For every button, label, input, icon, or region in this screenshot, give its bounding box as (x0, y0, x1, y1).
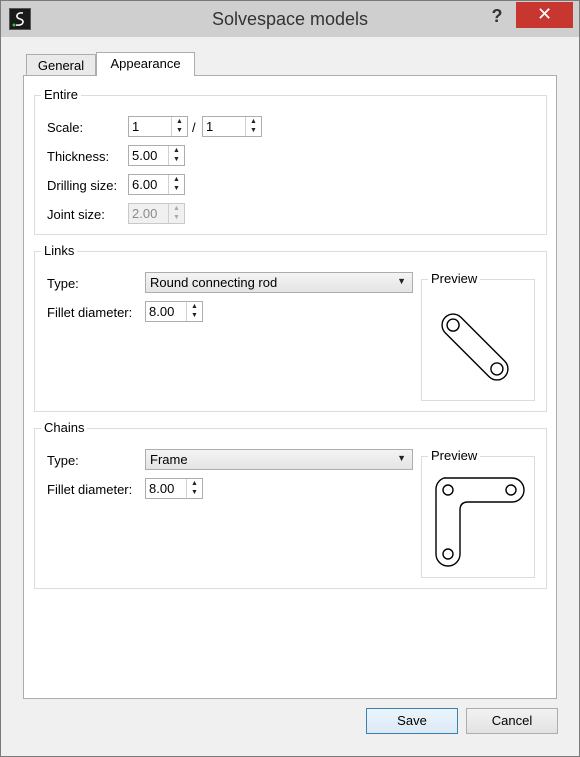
spin-up-icon[interactable]: ▲ (187, 479, 202, 488)
links-fillet-label: Fillet diameter: (47, 305, 133, 320)
connecting-rod-preview-icon (441, 313, 509, 381)
links-preview-box: Preview (421, 271, 535, 401)
chains-type-dropdown[interactable]: Frame ▼ (145, 449, 413, 470)
drilling-size-spinbox[interactable]: 6.00 ▲ ▼ (128, 174, 185, 195)
chains-group: Chains Type: Frame ▼ Fillet diameter: 8.… (34, 420, 547, 589)
chains-fillet-spinbox[interactable]: 8.00 ▲ ▼ (145, 478, 203, 499)
links-type-dropdown[interactable]: Round connecting rod ▼ (145, 272, 413, 293)
spin-up-icon: ▲ (173, 205, 180, 212)
spin-down-icon[interactable]: ▼ (169, 184, 184, 193)
chains-preview-box: Preview (421, 448, 535, 578)
spin-down-icon[interactable]: ▼ (169, 155, 184, 164)
scale-denominator-spinbox[interactable]: 1 ▲ ▼ (202, 116, 262, 137)
spin-down-icon: ▼ (173, 214, 180, 221)
spin-up-icon[interactable]: ▲ (187, 302, 202, 311)
spin-up-icon[interactable]: ▲ (169, 146, 184, 155)
chevron-down-icon: ▼ (397, 453, 406, 463)
spin-up-icon[interactable]: ▲ (246, 117, 261, 126)
dialog-window: Solvespace models ? ✕ General Appearance… (0, 0, 580, 757)
scale-separator: / (192, 120, 196, 135)
chains-fillet-label: Fillet diameter: (47, 482, 133, 497)
links-group-title: Links (41, 243, 78, 258)
frame-preview-icon (435, 477, 525, 567)
chains-type-label: Type: (47, 453, 79, 468)
links-type-label: Type: (47, 276, 79, 291)
spin-up-icon[interactable]: ▲ (169, 175, 184, 184)
joint-size-label: Joint size: (47, 207, 105, 222)
title-bar: Solvespace models ? ✕ (1, 1, 579, 37)
thickness-label: Thickness: (47, 149, 110, 164)
appearance-panel: Entire Scale: 1 ▲ ▼ / 1 ▲ ▼ Thickness: 5.0… (23, 75, 557, 699)
chains-group-title: Chains (41, 420, 88, 435)
spin-down-icon[interactable]: ▼ (172, 126, 187, 135)
save-button[interactable]: Save (366, 708, 458, 734)
entire-group-title: Entire (41, 87, 81, 102)
spin-down-icon[interactable]: ▼ (187, 311, 202, 320)
tab-appearance[interactable]: Appearance (96, 52, 195, 76)
drilling-size-label: Drilling size: (47, 178, 118, 193)
links-group: Links Type: Round connecting rod ▼ Fille… (34, 243, 547, 412)
spin-up-icon[interactable]: ▲ (172, 117, 187, 126)
thickness-spinbox[interactable]: 5.00 ▲ ▼ (128, 145, 185, 166)
joint-size-spinbox: 2.00 ▲ ▼ (128, 203, 185, 224)
entire-group: Entire Scale: 1 ▲ ▼ / 1 ▲ ▼ Thickness: 5.0… (34, 87, 547, 235)
spin-down-icon[interactable]: ▼ (246, 126, 261, 135)
spin-down-icon[interactable]: ▼ (187, 488, 202, 497)
chevron-down-icon: ▼ (397, 276, 406, 286)
help-button[interactable]: ? (483, 3, 511, 29)
links-fillet-spinbox[interactable]: 8.00 ▲ ▼ (145, 301, 203, 322)
cancel-button[interactable]: Cancel (466, 708, 558, 734)
close-button[interactable]: ✕ (516, 2, 573, 28)
scale-label: Scale: (47, 120, 84, 135)
scale-numerator-spinbox[interactable]: 1 ▲ ▼ (128, 116, 188, 137)
